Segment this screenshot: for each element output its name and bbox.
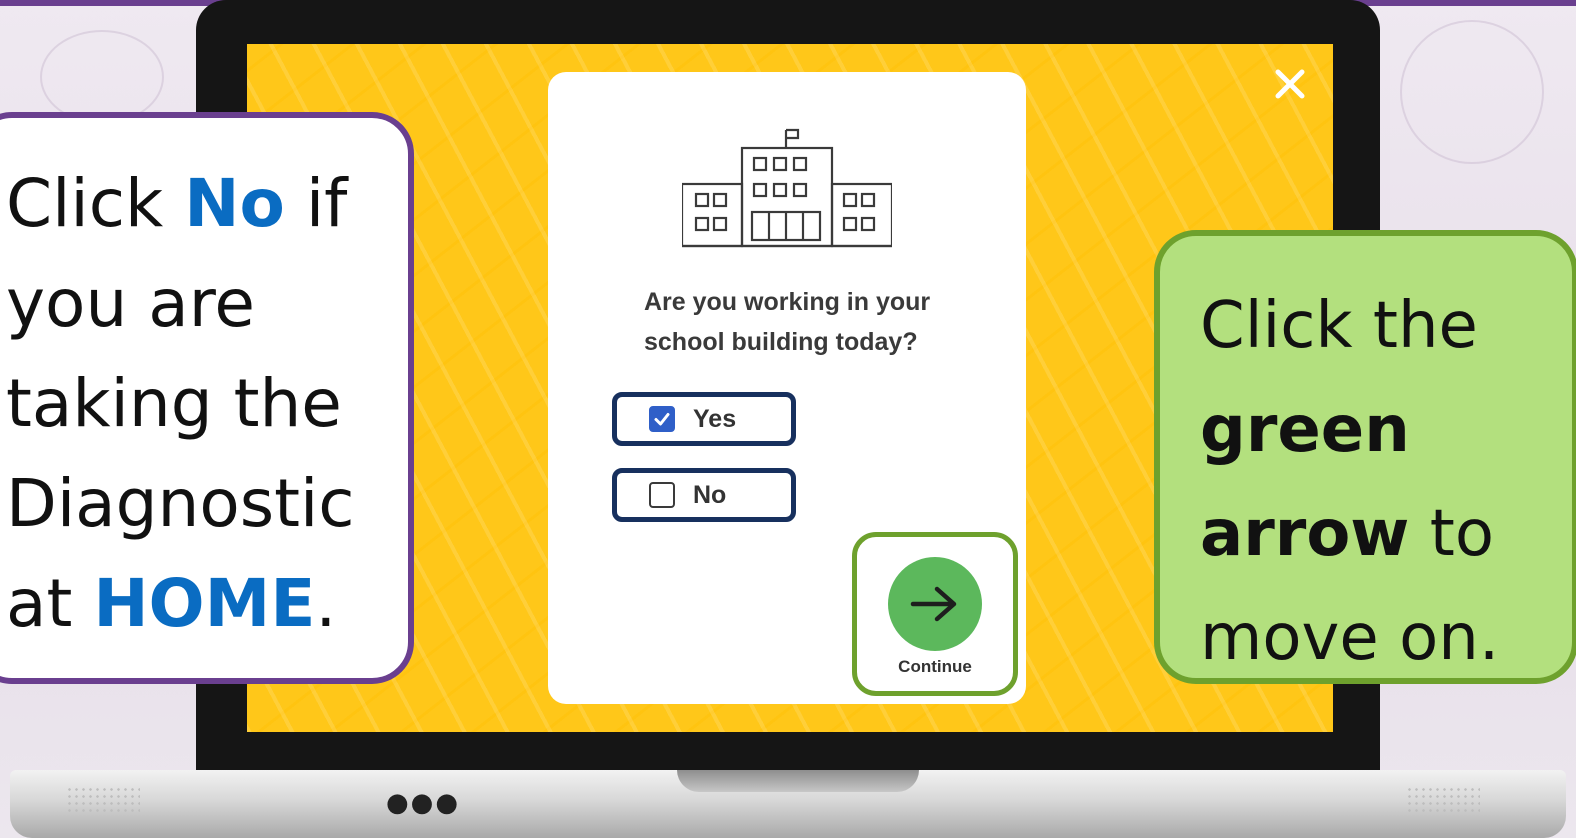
school-building-icon xyxy=(682,128,892,248)
arrow-right-icon xyxy=(910,586,957,622)
option-yes[interactable]: Yes xyxy=(612,392,796,446)
checkmark-icon xyxy=(654,413,670,426)
callout-left-line-4: Diagnostic xyxy=(6,465,355,542)
no-label: No xyxy=(693,480,727,509)
laptop-base: ●●● xyxy=(10,770,1566,838)
highlight-no: No xyxy=(184,165,285,242)
callout-right-line-1: Click the xyxy=(1200,289,1478,363)
yes-checkbox[interactable] xyxy=(649,406,675,432)
callout-right-line-2: green xyxy=(1200,393,1410,467)
callout-left-line-5: at HOME. xyxy=(6,565,337,642)
continue-arrow-button[interactable] xyxy=(888,557,982,651)
highlight-home: HOME xyxy=(93,565,316,642)
instruction-callout-continue: Click the green arrow to move on. xyxy=(1154,230,1576,684)
speaker-grille-right xyxy=(1406,786,1480,814)
callout-left-line-2: you are xyxy=(6,265,255,342)
callout-left-line-3: taking the xyxy=(6,365,342,442)
option-no[interactable]: No xyxy=(612,468,796,522)
question-text: Are you working in your school building … xyxy=(644,288,931,356)
laptop-indicator-dots: ●●● xyxy=(386,788,461,818)
callout-right-line-3: arrow to xyxy=(1200,497,1494,571)
close-icon[interactable] xyxy=(1270,64,1310,104)
callout-left-line-1: Click No if xyxy=(6,165,348,242)
location-question-modal: Are you working in your school building … xyxy=(548,72,1026,704)
callout-right-line-4: move on. xyxy=(1200,601,1500,675)
background-doodle-left xyxy=(40,30,164,124)
continue-label: Continue xyxy=(898,657,972,676)
speaker-grille-left xyxy=(66,786,140,814)
laptop-base-notch xyxy=(677,770,919,792)
yes-label: Yes xyxy=(693,404,737,433)
continue-button[interactable]: Continue xyxy=(852,532,1018,696)
background-doodle-right xyxy=(1400,20,1544,164)
instruction-callout-no: Click No if you are taking the Diagnosti… xyxy=(0,112,414,684)
no-checkbox[interactable] xyxy=(649,482,675,508)
